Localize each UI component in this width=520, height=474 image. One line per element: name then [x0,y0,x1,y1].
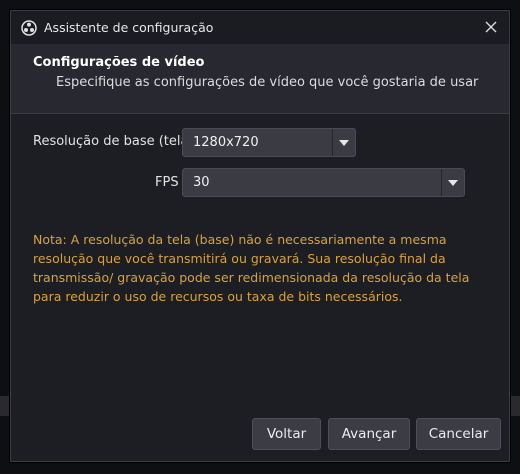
base-resolution-select[interactable]: 1280x720 [182,128,356,157]
title-bar: Assistente de configuração [11,11,509,44]
chevron-down-icon [441,169,464,196]
next-button[interactable]: Avançar [328,418,410,450]
window-title: Assistente de configuração [44,20,214,35]
resolution-note: Nota: A resolução da tela (base) não é n… [33,232,470,304]
base-resolution-value: 1280x720 [193,135,259,150]
close-icon [485,21,497,33]
chevron-down-icon [332,129,355,156]
fps-label: FPS [155,175,179,190]
fps-value: 30 [193,175,210,190]
setup-wizard-dialog: Assistente de configuração Configurações… [10,10,510,462]
base-resolution-label: Resolução de base (tela) [33,134,194,149]
page-subtitle: Especifique as configurações de vídeo qu… [56,75,479,90]
page-header: Configurações de vídeo Especifique as co… [11,44,509,114]
obs-logo-icon [21,19,37,36]
cancel-button[interactable]: Cancelar [416,418,501,450]
close-button[interactable] [479,15,503,39]
page-title: Configurações de vídeo [33,55,205,70]
back-button[interactable]: Voltar [252,418,321,450]
fps-select[interactable]: 30 [182,168,465,197]
